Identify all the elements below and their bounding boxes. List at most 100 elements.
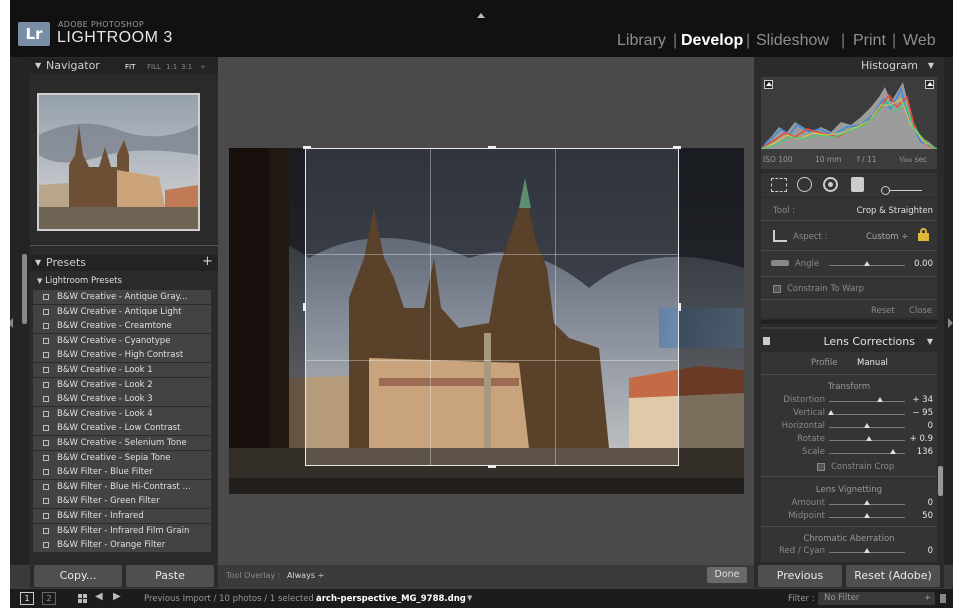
- angle-slider-knob[interactable]: [864, 261, 870, 266]
- slider-knob[interactable]: [864, 500, 870, 505]
- crop-overlay-tool-icon[interactable]: [771, 178, 787, 192]
- preset-item[interactable]: B&W Filter - Infrared Film Grain: [33, 523, 211, 538]
- filter-lock-icon[interactable]: [940, 594, 946, 603]
- lock-icon[interactable]: [918, 228, 929, 242]
- module-library[interactable]: Library: [617, 32, 666, 50]
- shadow-clipping-icon[interactable]: [764, 80, 773, 89]
- slider-track[interactable]: [829, 401, 905, 402]
- spot-removal-tool-icon[interactable]: [797, 177, 812, 192]
- preset-item[interactable]: B&W Creative - Look 1: [33, 363, 211, 377]
- crop-handle-left[interactable]: [303, 303, 306, 311]
- slider-value[interactable]: + 0.9: [910, 434, 933, 444]
- preset-item[interactable]: B&W Creative - Low Contrast: [33, 421, 211, 436]
- lens-corrections-header[interactable]: Lens Corrections ▼: [761, 334, 937, 350]
- module-web[interactable]: Web: [903, 32, 936, 50]
- slider-knob[interactable]: [864, 513, 870, 518]
- tab-profile[interactable]: Profile: [811, 358, 837, 368]
- collapse-right-panel-icon[interactable]: [948, 318, 953, 328]
- copy-button[interactable]: Copy...: [34, 565, 122, 587]
- crop-handle-top[interactable]: [488, 146, 496, 149]
- slider-value[interactable]: 0: [928, 546, 933, 556]
- constrain-to-warp-checkbox[interactable]: [773, 285, 781, 293]
- zoom-fit[interactable]: FIT: [125, 59, 135, 75]
- filename[interactable]: arch-perspective_MG_9788.dng: [316, 594, 466, 604]
- preset-item[interactable]: B&W Creative - Cyanotype: [33, 333, 211, 348]
- reset-adobe-button[interactable]: Reset (Adobe): [846, 565, 940, 587]
- straighten-tool-icon[interactable]: [771, 260, 789, 266]
- crop-handle-bottom[interactable]: [488, 465, 496, 468]
- preset-item[interactable]: B&W Creative - Sepia Tone: [33, 450, 211, 465]
- zoom-1-1[interactable]: 1:1: [166, 59, 177, 75]
- adjustment-brush-icon[interactable]: [881, 180, 927, 195]
- tool-overlay-select[interactable]: Always ÷: [287, 571, 324, 580]
- slider-knob[interactable]: [876, 397, 883, 402]
- crop-handle-right[interactable]: [678, 303, 681, 311]
- preset-item[interactable]: B&W Creative - Look 3: [33, 392, 211, 407]
- zoom-fill[interactable]: FILL: [147, 59, 161, 75]
- module-print[interactable]: Print: [853, 32, 886, 50]
- module-slideshow[interactable]: Slideshow: [756, 32, 829, 50]
- preset-item[interactable]: B&W Creative - Selenium Tone: [33, 436, 211, 450]
- navigator-header[interactable]: ▼ Navigator FIT FILL 1:1 3:1 ÷: [30, 58, 218, 74]
- slider-knob[interactable]: [889, 449, 896, 454]
- crop-handle-tl[interactable]: [303, 146, 311, 149]
- slider-value[interactable]: 136: [917, 447, 933, 457]
- navigator-preview[interactable]: [37, 93, 200, 231]
- slider-value[interactable]: 0: [928, 498, 933, 508]
- panel-switch-icon[interactable]: [763, 337, 770, 345]
- crop-close-button[interactable]: Close: [909, 306, 932, 316]
- constrain-crop-checkbox[interactable]: [817, 463, 825, 471]
- slider-knob[interactable]: [864, 548, 870, 553]
- histogram-header[interactable]: Histogram ▼: [754, 58, 944, 74]
- slider-knob[interactable]: [865, 436, 872, 441]
- highlight-clipping-icon[interactable]: [925, 80, 934, 89]
- forward-arrow-icon[interactable]: ▶: [113, 591, 121, 602]
- paste-button[interactable]: Paste: [126, 565, 214, 587]
- preset-item[interactable]: B&W Filter - Orange Filter: [33, 538, 211, 553]
- crop-frame-icon[interactable]: [773, 230, 787, 242]
- slider-knob[interactable]: [828, 410, 835, 415]
- preset-item[interactable]: B&W Creative - Look 4: [33, 406, 211, 421]
- preset-item[interactable]: B&W Filter - Blue Filter: [33, 465, 211, 480]
- filter-select[interactable]: No Filter ÷: [818, 592, 935, 605]
- preset-item[interactable]: B&W Creative - Creamtone: [33, 319, 211, 334]
- graduated-filter-icon[interactable]: [851, 177, 864, 192]
- preset-folder[interactable]: ▼ Lightroom Presets: [37, 276, 122, 286]
- aspect-select[interactable]: Custom ÷: [866, 232, 908, 242]
- zoom-3-1[interactable]: 3:1: [181, 59, 192, 75]
- previous-button[interactable]: Previous: [758, 565, 842, 587]
- preset-item[interactable]: B&W Creative - Look 2: [33, 377, 211, 392]
- red-eye-tool-icon[interactable]: [823, 177, 838, 192]
- zoom-dropdown-icon[interactable]: ÷: [200, 59, 206, 75]
- collapse-left-panel-icon[interactable]: [10, 318, 13, 328]
- slider-value[interactable]: 50: [922, 511, 933, 521]
- slider-value[interactable]: − 95: [912, 408, 933, 418]
- left-panel-scrollbar[interactable]: [22, 254, 27, 324]
- filename-dropdown-icon[interactable]: ▼: [467, 594, 472, 602]
- slider-value[interactable]: 0: [928, 421, 933, 431]
- grid-view-icon[interactable]: [78, 594, 87, 603]
- collapse-top-panel-icon[interactable]: [477, 13, 485, 18]
- slider-value[interactable]: + 34: [912, 395, 933, 405]
- slider-knob[interactable]: [864, 423, 870, 428]
- slider-track[interactable]: [829, 414, 905, 415]
- preset-item[interactable]: B&W Creative - Antique Light: [33, 304, 211, 319]
- add-preset-button[interactable]: +: [202, 254, 213, 270]
- right-panel-scrollbar[interactable]: [938, 466, 943, 496]
- secondary-window-button[interactable]: 2: [42, 592, 56, 605]
- crop-rectangle[interactable]: [305, 148, 679, 466]
- preset-item[interactable]: B&W Creative - Antique Gray...: [33, 290, 211, 304]
- primary-window-button[interactable]: 1: [20, 592, 34, 605]
- crop-handle-tr[interactable]: [673, 146, 681, 149]
- angle-value[interactable]: 0.00: [914, 259, 933, 269]
- module-develop[interactable]: Develop: [681, 32, 743, 50]
- histogram[interactable]: ISO 100 10 mm f / 11 ¹⁄₄₀₀ sec: [760, 77, 938, 169]
- preset-item[interactable]: B&W Filter - Blue Hi-Contrast ...: [33, 479, 211, 494]
- source-path[interactable]: Previous Import / 10 photos / 1 selected…: [144, 594, 319, 604]
- tab-manual[interactable]: Manual: [857, 358, 888, 368]
- back-arrow-icon[interactable]: ◀: [95, 591, 103, 602]
- crop-reset-button[interactable]: Reset: [871, 306, 895, 316]
- preset-item[interactable]: B&W Creative - High Contrast: [33, 348, 211, 363]
- preset-item[interactable]: B&W Filter - Infrared: [33, 509, 211, 523]
- done-button[interactable]: Done: [707, 567, 747, 583]
